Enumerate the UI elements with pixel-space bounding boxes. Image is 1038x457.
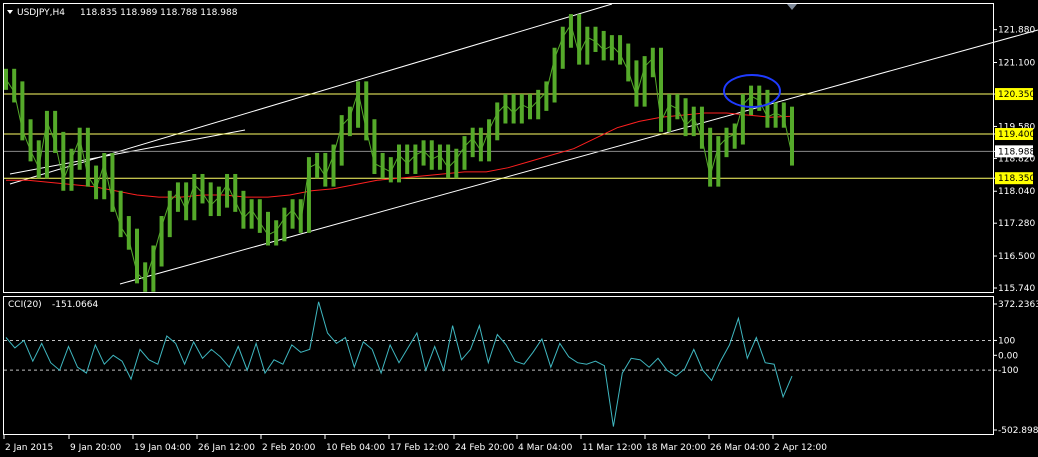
ohlc-values: 118.835 118.989 118.788 118.988 bbox=[80, 8, 238, 18]
price-axis: 121.880121.100120.350119.580119.400118.9… bbox=[993, 26, 1035, 294]
cci-value: -151.0664 bbox=[52, 300, 98, 310]
price-tick-label: 118.350 bbox=[998, 174, 1035, 184]
cci-tick-label: -502.8983 bbox=[998, 426, 1038, 436]
symbol-label: USDJPY,H4 bbox=[17, 8, 65, 18]
cci-line bbox=[5, 301, 793, 427]
forex-chart: USDJPY,H4 118.835 118.989 118.788 118.98… bbox=[3, 3, 1038, 453]
time-tick-label: 2 Apr 12:00 bbox=[774, 443, 827, 453]
price-tick-label: 121.100 bbox=[998, 58, 1035, 68]
dropdown-arrow-icon[interactable] bbox=[7, 10, 13, 14]
time-tick-label: 24 Feb 20:00 bbox=[455, 443, 514, 453]
chart-header: USDJPY,H4 118.835 118.989 118.788 118.98… bbox=[7, 8, 238, 18]
cci-tick-label: -100 bbox=[998, 366, 1019, 376]
channel-line-1 bbox=[119, 29, 1038, 285]
price-tick-label: 115.740 bbox=[998, 284, 1035, 294]
time-tick-label: 11 Mar 12:00 bbox=[582, 443, 642, 453]
cci-tick-label: 100 bbox=[998, 336, 1015, 346]
cci-path bbox=[5, 301, 793, 427]
cci-title: CCI(20) bbox=[8, 300, 42, 310]
time-axis: 2 Jan 2015 9 Jan 20:00 19 Jan 04:00 26 Jan … bbox=[3, 435, 827, 453]
price-tick-label: 119.400 bbox=[998, 130, 1035, 140]
price-tick-label: 117.280 bbox=[998, 219, 1035, 229]
time-tick-label: 2 Feb 20:00 bbox=[262, 443, 316, 453]
price-tick-label: 116.500 bbox=[998, 252, 1035, 262]
time-tick-label: 2 Jan 2015 bbox=[5, 443, 53, 453]
time-tick-label: 26 Jan 12:00 bbox=[198, 443, 255, 453]
time-tick-label: 9 Jan 20:00 bbox=[70, 443, 122, 453]
time-tick-label: 19 Jan 04:00 bbox=[134, 443, 191, 453]
time-tick-label: 17 Feb 12:00 bbox=[390, 443, 449, 453]
chart-shift-marker[interactable] bbox=[787, 4, 797, 10]
cci-tick-label: 0.00 bbox=[998, 351, 1018, 361]
cci-panel-border bbox=[3, 296, 994, 435]
channel-lines bbox=[9, 3, 1038, 285]
cci-axis: 372.2363 100 0.00 -100 -502.8983 bbox=[993, 300, 1038, 436]
time-tick-label: 10 Feb 04:00 bbox=[326, 443, 385, 453]
price-tick-label: 120.350 bbox=[998, 90, 1035, 100]
price-tick-label: 118.820 bbox=[998, 154, 1035, 164]
price-tick-label: 121.880 bbox=[998, 26, 1035, 36]
cci-levels bbox=[4, 339, 993, 371]
time-tick-label: 4 Mar 04:00 bbox=[518, 443, 573, 453]
price-tick-label: 118.040 bbox=[998, 187, 1035, 197]
time-tick-label: 26 Mar 04:00 bbox=[710, 443, 770, 453]
time-tick-label: 18 Mar 20:00 bbox=[646, 443, 706, 453]
cci-tick-label: 372.2363 bbox=[998, 300, 1038, 310]
